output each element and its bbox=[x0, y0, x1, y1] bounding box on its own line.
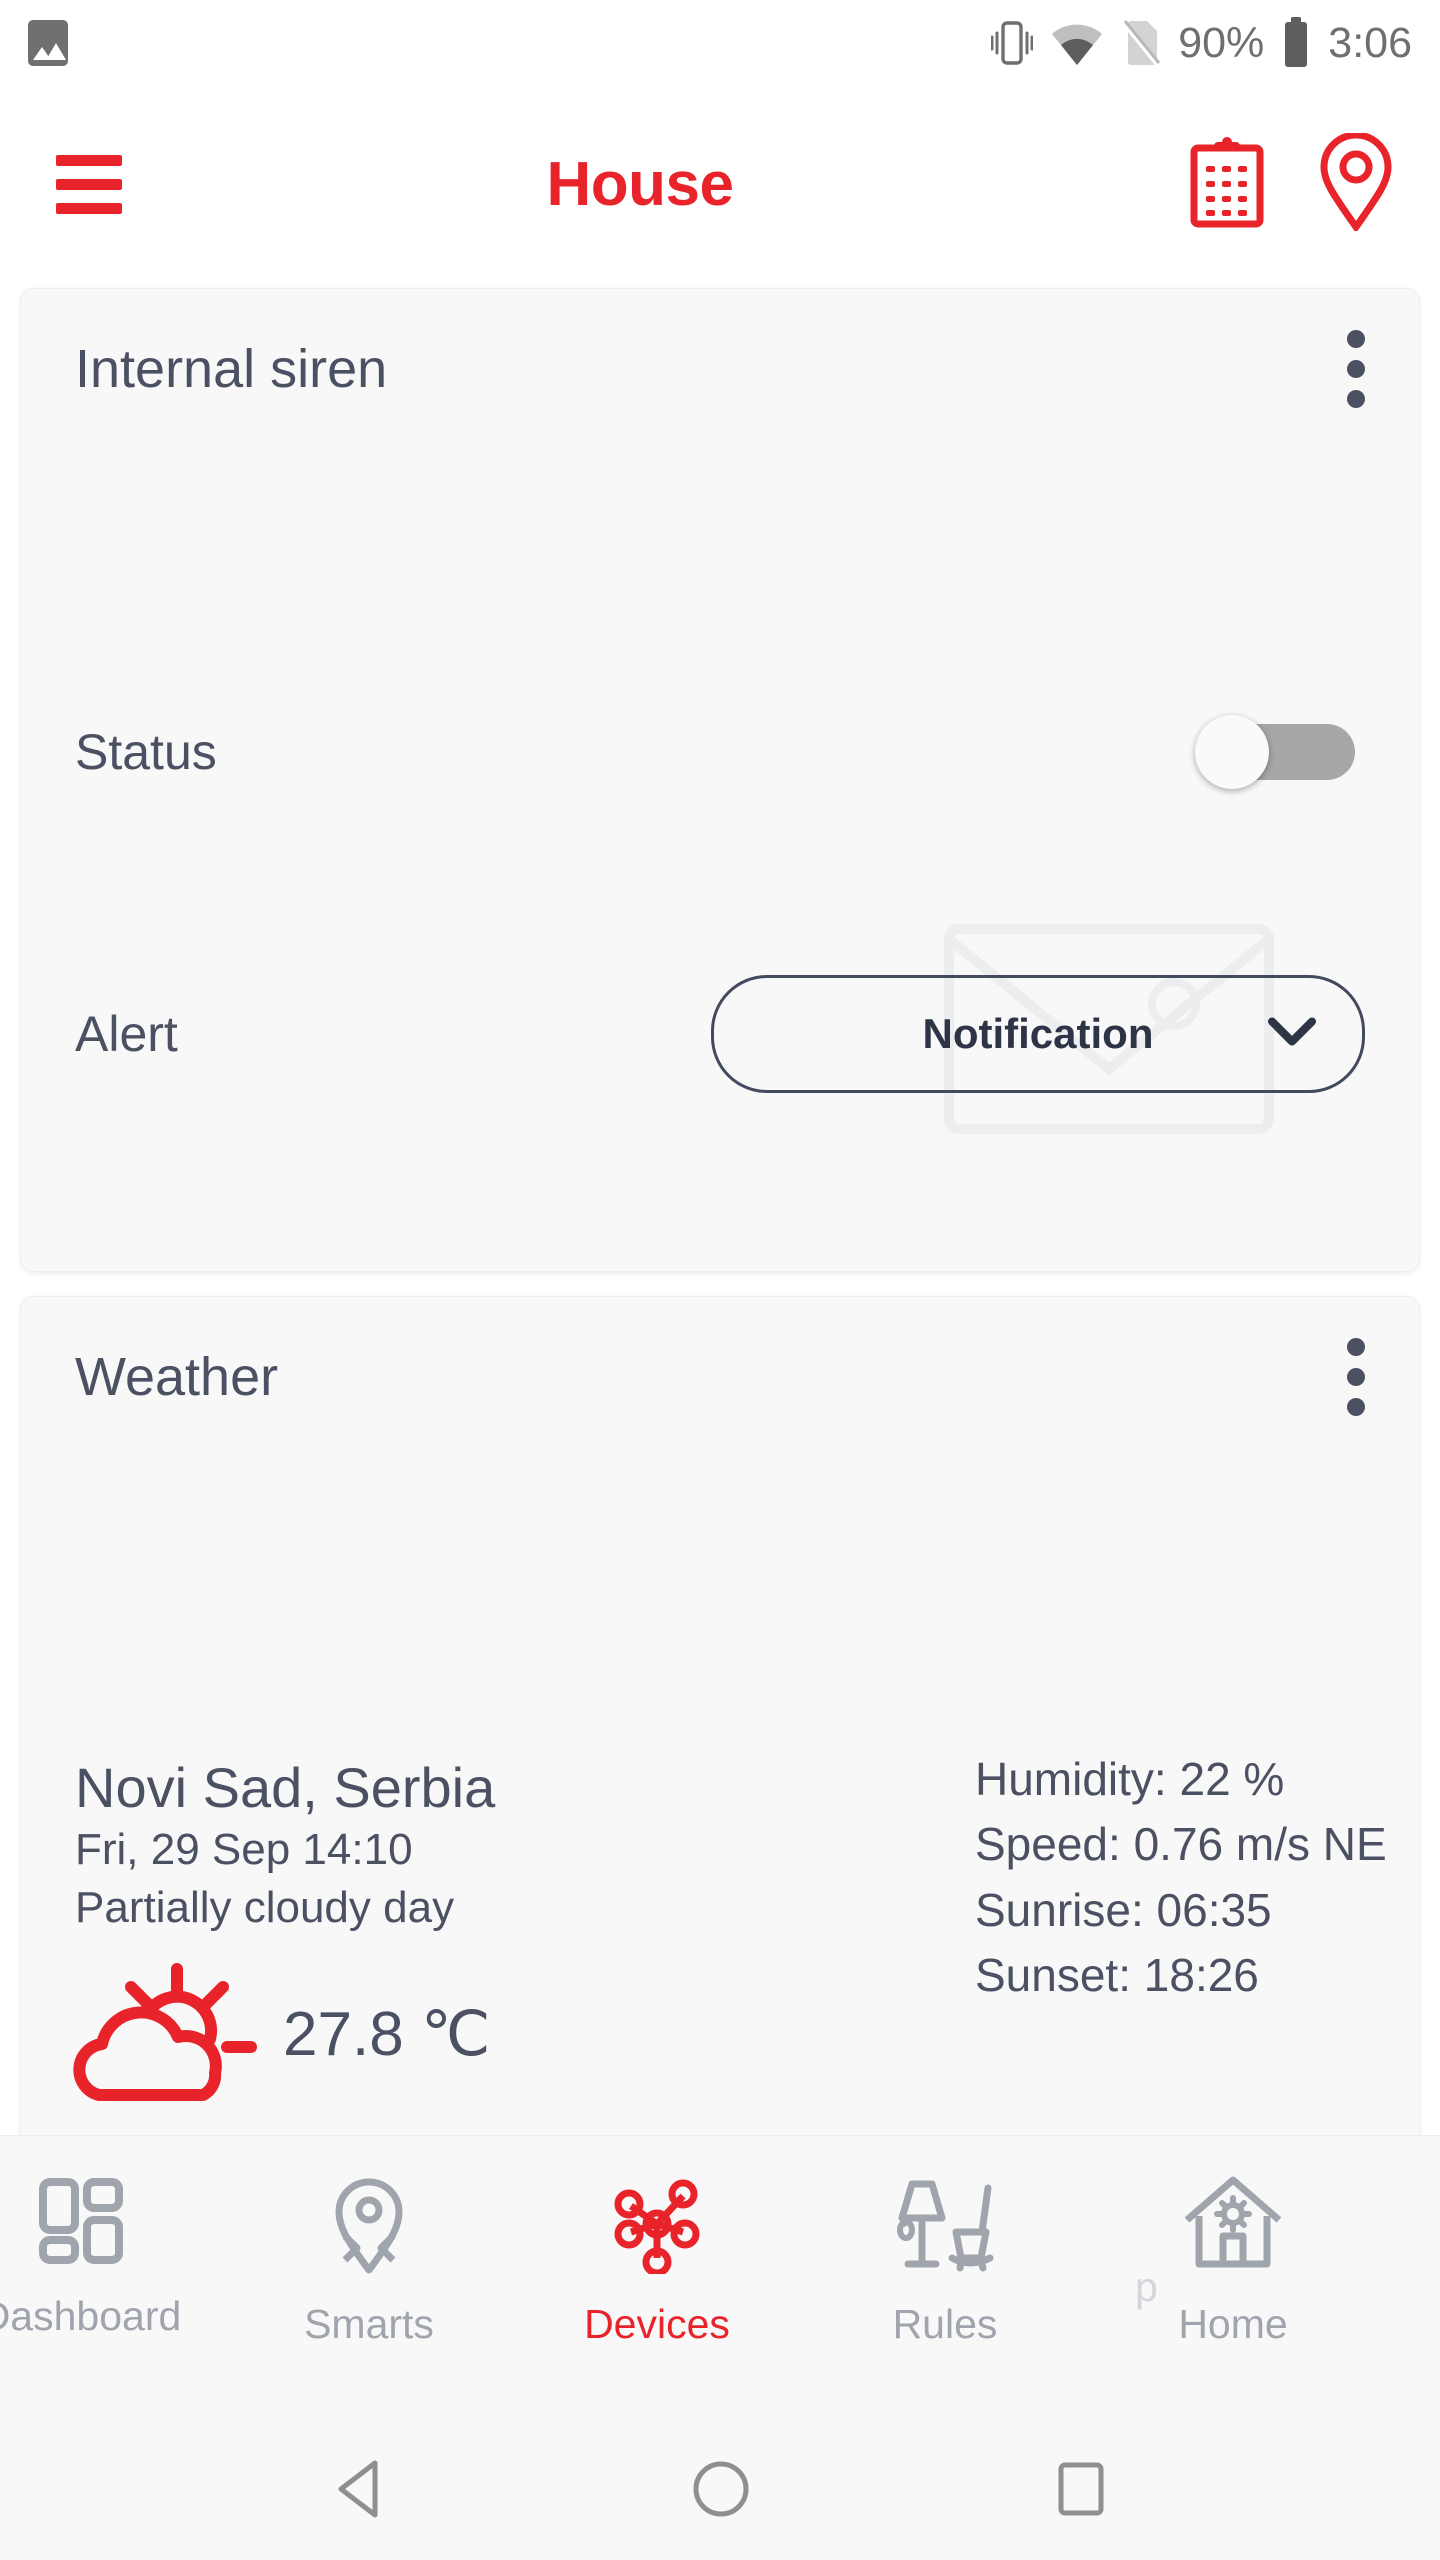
row-alert: Alert Notification bbox=[21, 959, 1419, 1109]
house-gear-icon bbox=[1179, 2174, 1287, 2279]
weather-stat-sunrise: Sunrise: 06:35 bbox=[975, 1883, 1272, 1936]
toggle-knob bbox=[1195, 715, 1269, 789]
location-pin-icon[interactable] bbox=[1318, 131, 1394, 236]
more-vertical-icon[interactable] bbox=[1331, 318, 1381, 420]
tab-label-devices: Devices bbox=[584, 2301, 730, 2347]
android-system-nav bbox=[0, 2422, 1440, 2560]
tab-home[interactable]: Home bbox=[1089, 2136, 1377, 2348]
row-label-alert: Alert bbox=[75, 1006, 178, 1062]
alert-dropdown-value: Notification bbox=[922, 1010, 1154, 1057]
tab-label-dashboard: Dashboard bbox=[0, 2293, 182, 2339]
lamp-chair-icon bbox=[890, 2174, 1000, 2279]
no-sim-icon bbox=[1121, 18, 1161, 68]
row-status: Status bbox=[21, 692, 1419, 812]
header-actions bbox=[1188, 131, 1394, 236]
status-bar-left bbox=[28, 20, 68, 66]
battery-percent-label: 90% bbox=[1178, 18, 1265, 67]
page-title: House bbox=[546, 149, 734, 219]
sun-behind-cloud-icon bbox=[69, 1955, 261, 2112]
card-internal-siren: Internal siren Status Alert Notification bbox=[20, 288, 1420, 1272]
devices-network-icon bbox=[609, 2174, 705, 2279]
wifi-icon bbox=[1050, 19, 1104, 67]
back-triangle-icon[interactable] bbox=[331, 2458, 389, 2525]
tab-label-rules: Rules bbox=[892, 2301, 998, 2347]
tab-rules[interactable]: Rules bbox=[801, 2136, 1089, 2348]
home-circle-icon[interactable] bbox=[691, 2458, 751, 2525]
battery-icon bbox=[1281, 17, 1311, 69]
weather-location-block: Novi Sad, Serbia Fri, 29 Sep 14:10 Parti… bbox=[75, 1755, 495, 1937]
card-weather: Weather Novi Sad, Serbia Fri, 29 Sep 14:… bbox=[20, 1296, 1420, 2135]
weather-stat-sunset: Sunset: 18:26 bbox=[975, 1948, 1259, 2001]
photo-icon bbox=[28, 20, 68, 66]
weather-stat-humidity: Humidity: 22 % bbox=[975, 1753, 1285, 1805]
card-title-weather: Weather bbox=[75, 1347, 279, 1407]
row-label-status: Status bbox=[75, 724, 217, 780]
alert-dropdown[interactable]: Notification bbox=[711, 975, 1365, 1093]
chevron-down-icon bbox=[1268, 1017, 1316, 1052]
more-vertical-icon[interactable] bbox=[1331, 1326, 1381, 1428]
main-content: Internal siren Status Alert Notification bbox=[0, 282, 1440, 2135]
weather-description: Partially cloudy day bbox=[75, 1883, 455, 1933]
weather-city: Novi Sad, Serbia bbox=[75, 1756, 496, 1819]
tab-label-smarts: Smarts bbox=[304, 2301, 434, 2347]
vibrate-icon bbox=[991, 17, 1034, 69]
bottom-tab-bar: Dashboard Smarts Devices Rules Home p bbox=[0, 2135, 1440, 2423]
clipboard-icon[interactable] bbox=[1188, 136, 1266, 233]
weather-temperature-block: 27.8 ℃ bbox=[69, 1955, 491, 2112]
app-header: House bbox=[0, 86, 1440, 282]
card-header-internal-siren: Internal siren bbox=[21, 289, 1419, 449]
recents-square-icon[interactable] bbox=[1053, 2460, 1109, 2523]
smart-pin-icon bbox=[323, 2174, 415, 2279]
status-bar-right: 90% 3:06 bbox=[991, 17, 1412, 69]
status-toggle[interactable] bbox=[1195, 715, 1355, 789]
weather-temperature: 27.8 ℃ bbox=[283, 2000, 491, 2069]
status-bar-clock: 3:06 bbox=[1328, 18, 1412, 67]
tab-devices[interactable]: Devices bbox=[513, 2136, 801, 2348]
tab-smarts[interactable]: Smarts bbox=[225, 2136, 513, 2348]
weather-stat-speed: Speed: 0.76 m/s NE bbox=[975, 1818, 1387, 1871]
weather-datetime: Fri, 29 Sep 14:10 bbox=[75, 1825, 413, 1875]
status-bar: 90% 3:06 bbox=[0, 0, 1440, 86]
tab-dashboard[interactable]: Dashboard bbox=[0, 2136, 225, 2340]
weather-stats-list: Humidity: 22 % Speed: 0.76 m/s NE Sunris… bbox=[975, 1747, 1387, 2008]
weather-body: Novi Sad, Serbia Fri, 29 Sep 14:10 Parti… bbox=[21, 1457, 1419, 2135]
tab-strip: Dashboard Smarts Devices Rules Home bbox=[0, 2136, 1377, 2423]
card-title-internal-siren: Internal siren bbox=[75, 339, 388, 399]
card-header-weather: Weather bbox=[21, 1297, 1419, 1457]
dashboard-grid-icon bbox=[35, 2174, 127, 2271]
tab-label-home: Home bbox=[1178, 2301, 1288, 2347]
tab-label-clipped-fragment: p bbox=[1135, 2264, 1158, 2310]
